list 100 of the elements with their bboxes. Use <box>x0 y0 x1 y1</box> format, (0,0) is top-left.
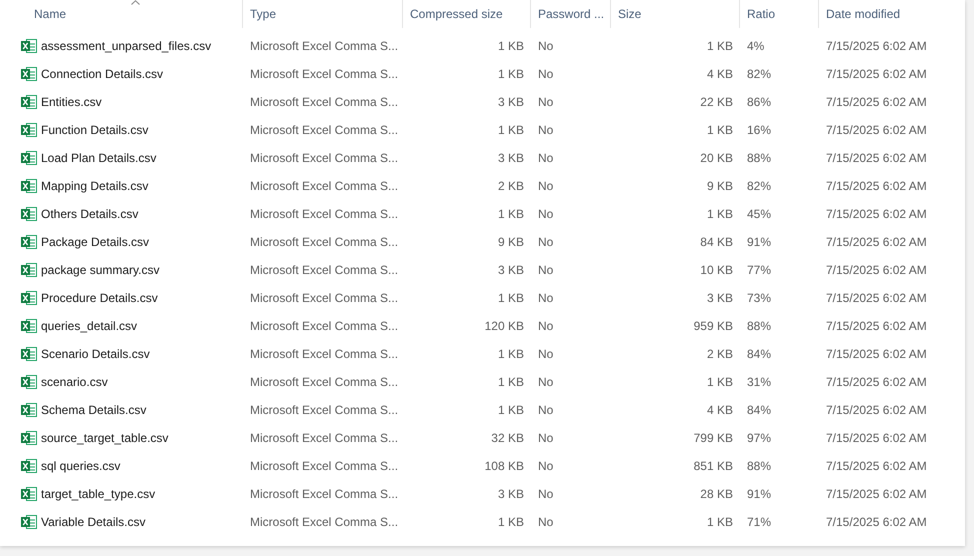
table-cell: Microsoft Excel Comma S... <box>250 347 398 361</box>
file-name[interactable]: Entities.csv <box>41 95 102 109</box>
table-cell: Microsoft Excel Comma S... <box>250 487 398 501</box>
file-name[interactable]: source_target_table.csv <box>41 431 168 445</box>
file-name[interactable]: scenario.csv <box>41 375 108 389</box>
column-header[interactable]: Type <box>250 7 276 21</box>
file-name[interactable]: Scenario Details.csv <box>41 347 150 361</box>
table-cell: 4 KB <box>706 403 733 417</box>
table-cell: No <box>538 123 554 137</box>
table-cell: 4 KB <box>706 67 733 81</box>
table-cell: No <box>538 459 554 473</box>
table-cell: 1 KB <box>706 375 733 389</box>
table-cell: 3 KB <box>498 95 524 109</box>
table-cell: 7/15/2025 6:02 AM <box>826 291 927 305</box>
table-cell: 2 KB <box>498 179 524 193</box>
column-header[interactable]: Date modified <box>826 7 900 21</box>
table-cell: 77% <box>747 263 772 277</box>
column-header[interactable]: Name <box>34 7 66 21</box>
table-cell: 7/15/2025 6:02 AM <box>826 123 927 137</box>
spreadsheet-file-icon <box>21 486 37 502</box>
spreadsheet-file-icon <box>21 122 37 138</box>
table-cell: 7/15/2025 6:02 AM <box>826 235 927 249</box>
table-cell: 84% <box>747 403 772 417</box>
file-name[interactable]: Function Details.csv <box>41 123 148 137</box>
table-cell: 45% <box>747 207 772 221</box>
file-name[interactable]: Connection Details.csv <box>41 67 164 81</box>
table-cell: 32 KB <box>491 431 524 445</box>
table-cell: 4% <box>747 39 764 53</box>
table-cell: 88% <box>747 459 772 473</box>
table-cell: 7/15/2025 6:02 AM <box>826 319 927 333</box>
table-cell: Microsoft Excel Comma S... <box>250 123 398 137</box>
file-name[interactable]: Mapping Details.csv <box>41 179 148 193</box>
table-cell: 1 KB <box>706 123 733 137</box>
table-cell: No <box>538 487 554 501</box>
table-cell: 108 KB <box>484 459 524 473</box>
table-cell: Microsoft Excel Comma S... <box>250 39 398 53</box>
spreadsheet-file-icon <box>21 94 37 110</box>
file-name[interactable]: Others Details.csv <box>41 207 138 221</box>
table-cell: Microsoft Excel Comma S... <box>250 291 398 305</box>
table-cell: No <box>538 431 554 445</box>
table-cell: 84% <box>747 347 772 361</box>
table-cell: 97% <box>747 431 772 445</box>
file-name[interactable]: sql queries.csv <box>41 459 120 473</box>
file-name[interactable]: queries_detail.csv <box>41 319 138 333</box>
table-cell: No <box>538 67 554 81</box>
table-cell: 1 KB <box>498 515 524 529</box>
table-cell: No <box>538 263 554 277</box>
table-cell: Microsoft Excel Comma S... <box>250 151 398 165</box>
file-name[interactable]: Procedure Details.csv <box>41 291 158 305</box>
spreadsheet-file-icon <box>21 290 37 306</box>
file-name[interactable]: Variable Details.csv <box>41 515 146 529</box>
table-cell: 16% <box>747 123 772 137</box>
table-cell: 1 KB <box>498 123 524 137</box>
table-cell: 7/15/2025 6:02 AM <box>826 487 927 501</box>
table-cell: No <box>538 375 554 389</box>
file-name[interactable]: Package Details.csv <box>41 235 150 249</box>
table-cell: 1 KB <box>706 515 733 529</box>
table-cell: No <box>538 39 554 53</box>
column-header[interactable]: Compressed size <box>410 7 503 21</box>
table-cell: Microsoft Excel Comma S... <box>250 403 398 417</box>
table-cell: 7/15/2025 6:02 AM <box>826 179 927 193</box>
file-name[interactable]: assessment_unparsed_files.csv <box>41 39 212 53</box>
table-cell: 1 KB <box>706 39 733 53</box>
table-cell: 7/15/2025 6:02 AM <box>826 263 927 277</box>
table-cell: 91% <box>747 487 772 501</box>
table-cell: 7/15/2025 6:02 AM <box>826 431 927 445</box>
table-cell: 82% <box>747 67 772 81</box>
table-cell: Microsoft Excel Comma S... <box>250 459 398 473</box>
column-header[interactable]: Password ... <box>538 7 604 21</box>
table-cell: 84 KB <box>700 235 733 249</box>
spreadsheet-file-icon <box>21 318 37 334</box>
table-cell: No <box>538 403 554 417</box>
table-cell: 1 KB <box>498 403 524 417</box>
file-name[interactable]: Schema Details.csv <box>41 403 146 417</box>
table-cell: Microsoft Excel Comma S... <box>250 95 398 109</box>
file-name[interactable]: Load Plan Details.csv <box>41 151 156 165</box>
column-header[interactable]: Ratio <box>747 7 776 21</box>
spreadsheet-file-icon <box>21 150 37 166</box>
file-name[interactable]: package summary.csv <box>41 263 160 277</box>
table-cell: 1 KB <box>706 207 733 221</box>
spreadsheet-file-icon <box>21 234 37 250</box>
spreadsheet-file-icon <box>21 458 37 474</box>
spreadsheet-file-icon <box>21 402 37 418</box>
table-cell: 2 KB <box>706 347 733 361</box>
table-cell: 7/15/2025 6:02 AM <box>826 67 927 81</box>
spreadsheet-file-icon <box>21 66 37 82</box>
table-cell: No <box>538 319 554 333</box>
file-name[interactable]: target_table_type.csv <box>41 487 156 501</box>
table-cell: 20 KB <box>700 151 733 165</box>
spreadsheet-file-icon <box>21 514 37 530</box>
table-cell: 9 KB <box>498 235 524 249</box>
table-cell: 71% <box>747 515 772 529</box>
column-header[interactable]: Size <box>618 7 642 21</box>
spreadsheet-file-icon <box>21 262 37 278</box>
table-cell: Microsoft Excel Comma S... <box>250 515 398 529</box>
spreadsheet-file-icon <box>21 374 37 390</box>
table-cell: Microsoft Excel Comma S... <box>250 375 398 389</box>
table-cell: Microsoft Excel Comma S... <box>250 207 398 221</box>
table-cell: No <box>538 347 554 361</box>
table-cell: 1 KB <box>498 67 524 81</box>
